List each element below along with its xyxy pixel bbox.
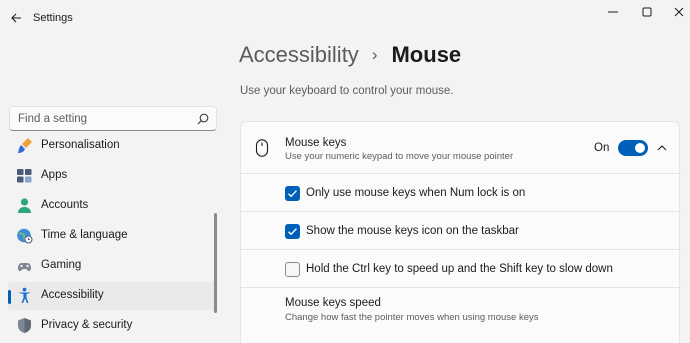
minimize-icon	[608, 11, 618, 13]
sidebar-item-label: Time & language	[41, 229, 128, 241]
search-placeholder: Find a setting	[18, 113, 88, 125]
globe-clock-icon	[17, 228, 33, 244]
taskbar-icon-checkbox[interactable]	[285, 224, 300, 239]
minimize-button[interactable]	[600, 4, 626, 20]
sidebar-item-time-language[interactable]: Time & language	[8, 222, 216, 250]
sidebar-item-label: Accounts	[41, 199, 89, 211]
ctrl-shift-speed-checkbox[interactable]	[285, 262, 300, 277]
breadcrumb-separator: ›	[371, 45, 378, 64]
selection-indicator	[8, 290, 11, 304]
option-row: Hold the Ctrl key to speed up and the Sh…	[241, 250, 681, 288]
num-lock-checkbox[interactable]	[285, 186, 300, 201]
speed-title: Mouse keys speed	[285, 297, 381, 309]
sidebar-item-apps[interactable]: Apps	[8, 162, 216, 190]
sidebar-item-gaming[interactable]: Gaming	[8, 252, 216, 280]
page-title: Mouse	[391, 42, 462, 67]
checkmark-icon	[288, 190, 297, 198]
mouse-keys-title: Mouse keys	[285, 137, 347, 149]
sidebar-item-label: Apps	[41, 169, 68, 181]
search-icon	[197, 113, 209, 125]
back-button[interactable]	[6, 8, 26, 28]
chevron-up-icon[interactable]	[655, 141, 669, 155]
sidebar-item-privacy-security[interactable]: Privacy & security	[8, 312, 216, 340]
search-input[interactable]: Find a setting	[9, 106, 217, 131]
close-button[interactable]	[666, 4, 690, 20]
sidebar-item-label: Gaming	[41, 259, 82, 271]
option-label: Only use mouse keys when Num lock is on	[306, 187, 526, 199]
back-arrow-icon	[11, 13, 21, 23]
apps-icon	[17, 169, 32, 183]
sidebar-item-label: Personalisation	[41, 139, 120, 151]
breadcrumb-parent[interactable]: Accessibility	[239, 42, 359, 68]
sidebar-nav: Personalisation Apps Accounts Time & lan…	[0, 136, 216, 343]
title-bar: Settings	[0, 0, 690, 36]
mouse-keys-header[interactable]: Mouse keys Use your numeric keypad to mo…	[241, 122, 681, 174]
sidebar-item-accessibility[interactable]: Accessibility	[8, 282, 216, 310]
close-icon	[674, 7, 684, 17]
mouse-keys-toggle[interactable]	[618, 140, 648, 156]
app-title: Settings	[33, 12, 73, 24]
sidebar-scrollbar[interactable]	[214, 213, 217, 313]
toggle-knob	[635, 143, 645, 153]
sidebar-item-label: Accessibility	[41, 289, 104, 301]
sidebar-item-label: Privacy & security	[41, 319, 133, 331]
accessibility-icon	[18, 287, 31, 303]
brush-icon	[18, 138, 32, 153]
option-label: Hold the Ctrl key to speed up and the Sh…	[306, 263, 613, 275]
mouse-keys-description: Use your numeric keypad to move your mou…	[285, 151, 514, 162]
sidebar-item-personalisation[interactable]: Personalisation	[8, 136, 216, 160]
breadcrumb: Accessibility › Mouse	[239, 42, 461, 68]
page-description: Use your keyboard to control your mouse.	[240, 85, 454, 97]
maximize-button[interactable]	[634, 4, 660, 20]
mouse-icon	[255, 139, 269, 157]
option-row: Show the mouse keys icon on the taskbar	[241, 212, 681, 250]
speed-description: Change how fast the pointer moves when u…	[285, 312, 539, 323]
checkmark-icon	[288, 228, 297, 236]
maximize-icon	[642, 7, 652, 17]
toggle-state-label: On	[594, 142, 610, 154]
option-label: Show the mouse keys icon on the taskbar	[306, 225, 519, 237]
gamepad-icon	[18, 263, 31, 271]
sidebar-item-accounts[interactable]: Accounts	[8, 192, 216, 220]
shield-icon	[18, 318, 31, 333]
option-row: Only use mouse keys when Num lock is on	[241, 174, 681, 212]
person-icon	[18, 198, 31, 213]
mouse-keys-card: Mouse keys Use your numeric keypad to mo…	[240, 121, 681, 343]
mouse-keys-speed-row: Mouse keys speed Change how fast the poi…	[241, 289, 681, 343]
